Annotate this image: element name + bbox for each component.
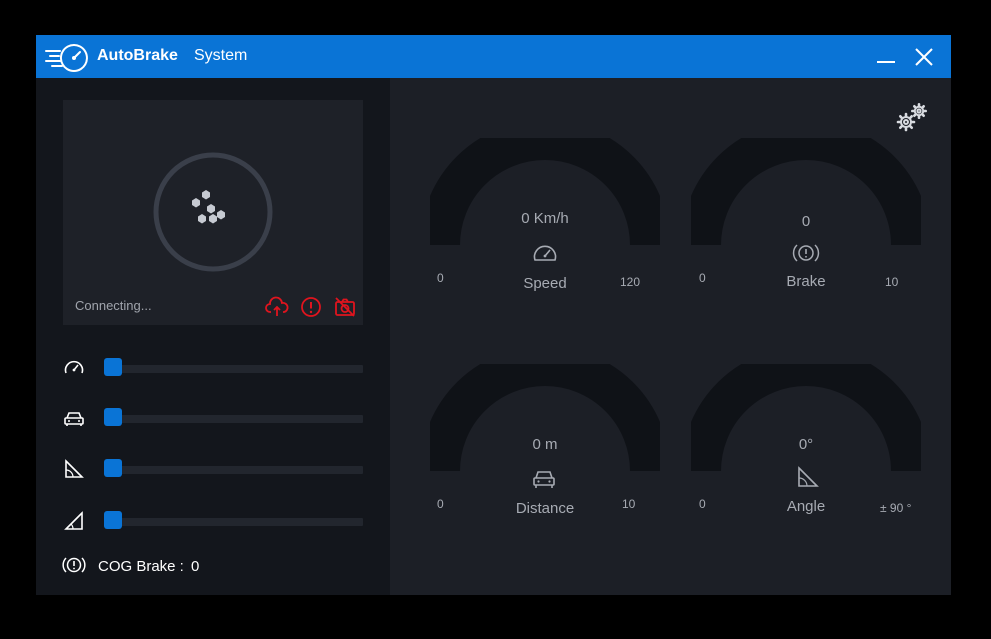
control-panel: Connecting... COG Brake: 0 — [36, 78, 390, 595]
speed-gauge: 0 Km/h Speed 0 120 — [430, 138, 660, 318]
distance-max: 10 — [622, 497, 636, 511]
loading-spinner — [153, 152, 273, 272]
distance-min: 0 — [437, 497, 444, 511]
angle-slider-thumb[interactable] — [104, 511, 122, 529]
car-icon — [533, 471, 555, 488]
distance-slider-row — [36, 455, 390, 485]
app-subtitle: System — [194, 47, 248, 64]
brake-min: 0 — [699, 271, 706, 285]
speedometer-icon — [533, 245, 557, 261]
brake-gauge-arc — [691, 138, 921, 246]
angle-min: 0 — [699, 497, 706, 511]
speed-min: 0 — [437, 271, 444, 285]
speed-slider-row — [36, 354, 390, 384]
brake-icon — [792, 244, 820, 262]
brake-gauge: 0 Brake 0 10 — [691, 138, 921, 318]
angle-value: 0° — [798, 436, 814, 453]
speedometer-icon — [64, 360, 84, 374]
car-slider-thumb[interactable] — [104, 408, 122, 426]
speed-slider-track[interactable] — [104, 365, 363, 373]
angle-slider-track[interactable] — [104, 518, 363, 526]
speed-gauge-arc — [430, 138, 660, 246]
cog-brake-label: COG Brake : — [98, 558, 184, 575]
cloud-upload-alert-icon — [265, 296, 289, 316]
title-bar: AutoBrake System — [36, 35, 951, 78]
brake-max: 10 — [885, 275, 899, 289]
brake-value: 0 — [801, 213, 811, 230]
distance-gauge-arc — [430, 364, 660, 472]
car-slider-row — [36, 404, 390, 434]
minimize-button[interactable] — [872, 43, 900, 71]
speed-slider-thumb[interactable] — [104, 358, 122, 376]
distance-icon — [65, 459, 84, 478]
connection-status: Connecting... — [75, 298, 152, 313]
app-window: AutoBrake System Connecting... COG Brake… — [36, 35, 951, 595]
speed-value: 0 Km/h — [521, 210, 569, 227]
alert-circle-icon — [301, 297, 321, 317]
settings-gear-icon[interactable] — [895, 100, 931, 136]
distance-slider-track[interactable] — [104, 466, 363, 474]
angle-slider-row — [36, 507, 390, 537]
car-slider-track[interactable] — [104, 415, 363, 423]
angle-max: ± 90 ° — [880, 501, 912, 515]
camera-off-icon — [335, 297, 355, 317]
camera-view: Connecting... — [63, 100, 363, 325]
autobrake-logo-icon — [45, 44, 88, 72]
brake-icon — [62, 557, 86, 573]
angle-gauge-arc — [691, 364, 921, 472]
angle-gauge: 0° Angle 0 ± 90 ° — [691, 364, 921, 544]
distance-value: 0 m — [532, 436, 558, 453]
angle-icon — [798, 466, 819, 487]
dashboard-panel: 0 Km/h Speed 0 120 0 Brake 0 10 0 m Dist… — [390, 78, 951, 595]
car-icon — [64, 412, 84, 426]
close-button[interactable] — [910, 43, 938, 71]
distance-gauge: 0 m Distance 0 10 — [430, 364, 660, 544]
angle-icon — [64, 511, 83, 530]
speed-max: 120 — [620, 275, 641, 289]
app-name: AutoBrake — [97, 47, 178, 64]
distance-slider-thumb[interactable] — [104, 459, 122, 477]
cog-brake-value: 0 — [191, 558, 200, 575]
